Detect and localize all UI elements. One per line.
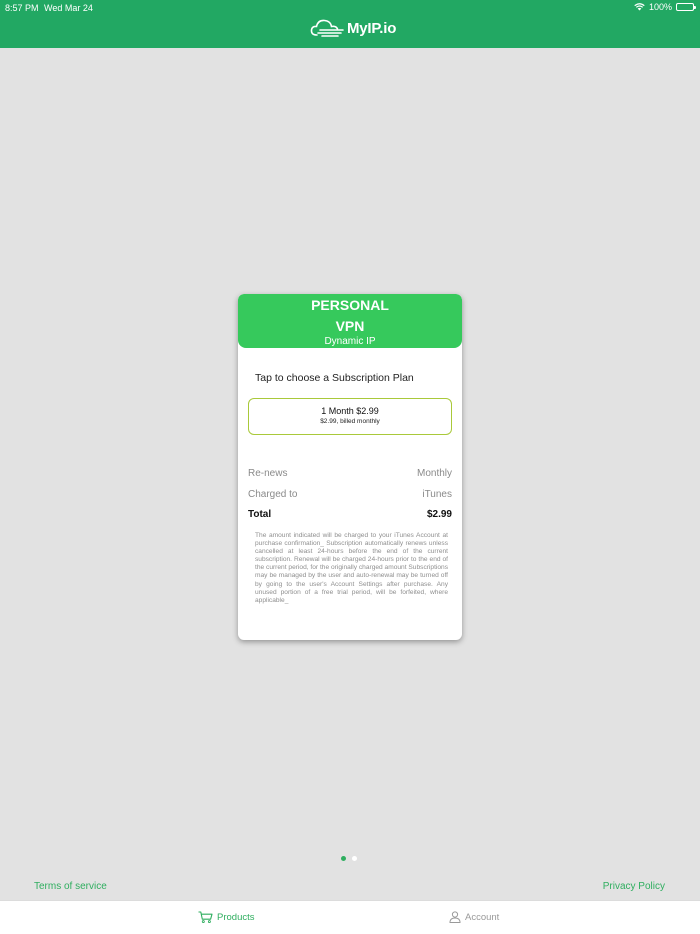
card-title-line1: PERSONAL (311, 297, 389, 313)
subscription-card: PERSONAL VPN Dynamic IP Tap to choose a … (238, 294, 462, 640)
privacy-policy-link[interactable]: Privacy Policy (603, 881, 665, 892)
total-label: Total (248, 509, 272, 520)
wifi-icon (634, 3, 645, 11)
plan-option-button[interactable]: 1 Month $2.99 $2.99, billed monthly (248, 398, 452, 435)
plan-name: 1 Month $2.99 (321, 406, 379, 416)
cloud-icon (310, 19, 344, 37)
plan-description: $2.99, billed monthly (320, 418, 380, 425)
page-dot-2[interactable] (352, 856, 357, 861)
page-dot-1[interactable] (341, 856, 346, 861)
status-date: Wed Mar 24 (44, 3, 93, 13)
renews-row: Re-news Monthly (248, 468, 452, 479)
total-value: $2.99 (426, 509, 452, 520)
charged-to-label: Charged to (248, 489, 298, 500)
tab-bar: Products Account (0, 900, 700, 934)
renews-value: Monthly (416, 468, 452, 479)
card-header: PERSONAL VPN Dynamic IP (238, 294, 462, 348)
card-subtitle: Dynamic IP (324, 336, 376, 347)
app-header: 8:57 PM Wed Mar 24 100% MyIP.io (0, 0, 700, 48)
charged-to-value: iTunes (422, 489, 452, 500)
person-icon (449, 911, 461, 923)
cart-icon (198, 911, 213, 923)
terms-of-service-link[interactable]: Terms of service (34, 881, 107, 892)
tab-account[interactable]: Account (449, 911, 499, 923)
page-indicator[interactable] (341, 856, 357, 861)
tab-products[interactable]: Products (198, 911, 255, 923)
card-title-line2: VPN (335, 318, 365, 334)
battery-icon (676, 3, 696, 11)
renews-label: Re-news (248, 468, 288, 479)
charged-to-row: Charged to iTunes (248, 489, 452, 500)
status-time: 8:57 PM (5, 3, 39, 13)
app-logo: MyIP.io (310, 18, 396, 38)
total-row: Total $2.99 (248, 509, 452, 520)
tab-account-label: Account (465, 911, 500, 923)
status-indicators: 100% (634, 2, 696, 12)
legal-text: The amount indicated will be charged to … (255, 532, 448, 604)
plan-prompt: Tap to choose a Subscription Plan (255, 372, 414, 384)
logo-text: MyIP.io (347, 19, 397, 37)
tab-products-label: Products (217, 911, 255, 923)
battery-percent: 100% (648, 2, 672, 12)
